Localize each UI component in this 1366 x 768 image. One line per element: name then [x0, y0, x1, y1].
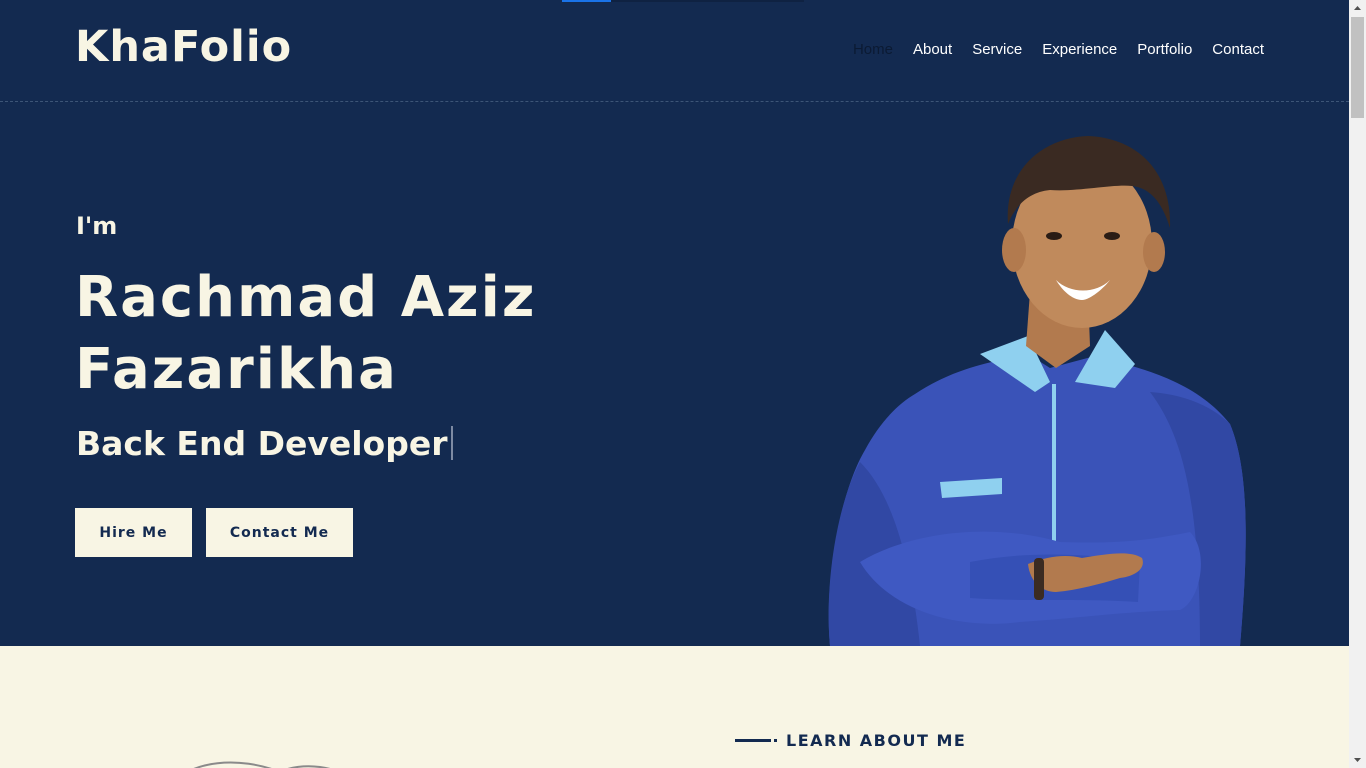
- navbar: KhaFolio Home About Service Experience P…: [0, 0, 1349, 102]
- about-heading: LEARN ABOUT ME: [735, 731, 966, 750]
- scroll-up-arrow-icon[interactable]: [1349, 0, 1366, 17]
- hero-intro: I'm: [76, 212, 118, 240]
- page-loader-progress: [562, 0, 611, 2]
- site-logo[interactable]: KhaFolio: [75, 22, 292, 72]
- about-section-label: LEARN ABOUT ME: [786, 731, 967, 750]
- hero-name-line2: Fazarikha: [75, 337, 398, 402]
- nav-item-contact[interactable]: Contact: [1212, 41, 1264, 58]
- person-portrait: [828, 136, 1246, 646]
- nav-item-about[interactable]: About: [913, 41, 952, 58]
- page: KhaFolio Home About Service Experience P…: [0, 0, 1349, 768]
- scroll-down-arrow-icon[interactable]: [1349, 751, 1366, 768]
- nav-item-experience[interactable]: Experience: [1042, 41, 1117, 58]
- main-nav: Home About Service Experience Portfolio …: [853, 41, 1264, 58]
- hero-role-text: Back End Developer: [76, 424, 448, 463]
- hero-name: Rachmad Aziz Fazarikha: [75, 262, 635, 406]
- about-section: LEARN ABOUT ME: [0, 646, 1349, 768]
- scrollbar[interactable]: [1349, 0, 1366, 768]
- nav-item-home[interactable]: Home: [853, 41, 893, 58]
- hero-role: Back End Developer: [76, 424, 453, 463]
- hire-me-button[interactable]: Hire Me: [75, 508, 192, 557]
- hero-name-line1: Rachmad Aziz: [75, 265, 537, 330]
- heading-line-decoration: [735, 739, 777, 742]
- typing-cursor: [450, 426, 453, 460]
- contact-me-button[interactable]: Contact Me: [206, 508, 353, 557]
- hero-section: KhaFolio Home About Service Experience P…: [0, 0, 1349, 646]
- about-image-top: [193, 761, 331, 768]
- scrollbar-thumb[interactable]: [1351, 17, 1364, 118]
- nav-item-portfolio[interactable]: Portfolio: [1137, 41, 1192, 58]
- page-loader-bar: [562, 0, 804, 2]
- nav-item-service[interactable]: Service: [972, 41, 1022, 58]
